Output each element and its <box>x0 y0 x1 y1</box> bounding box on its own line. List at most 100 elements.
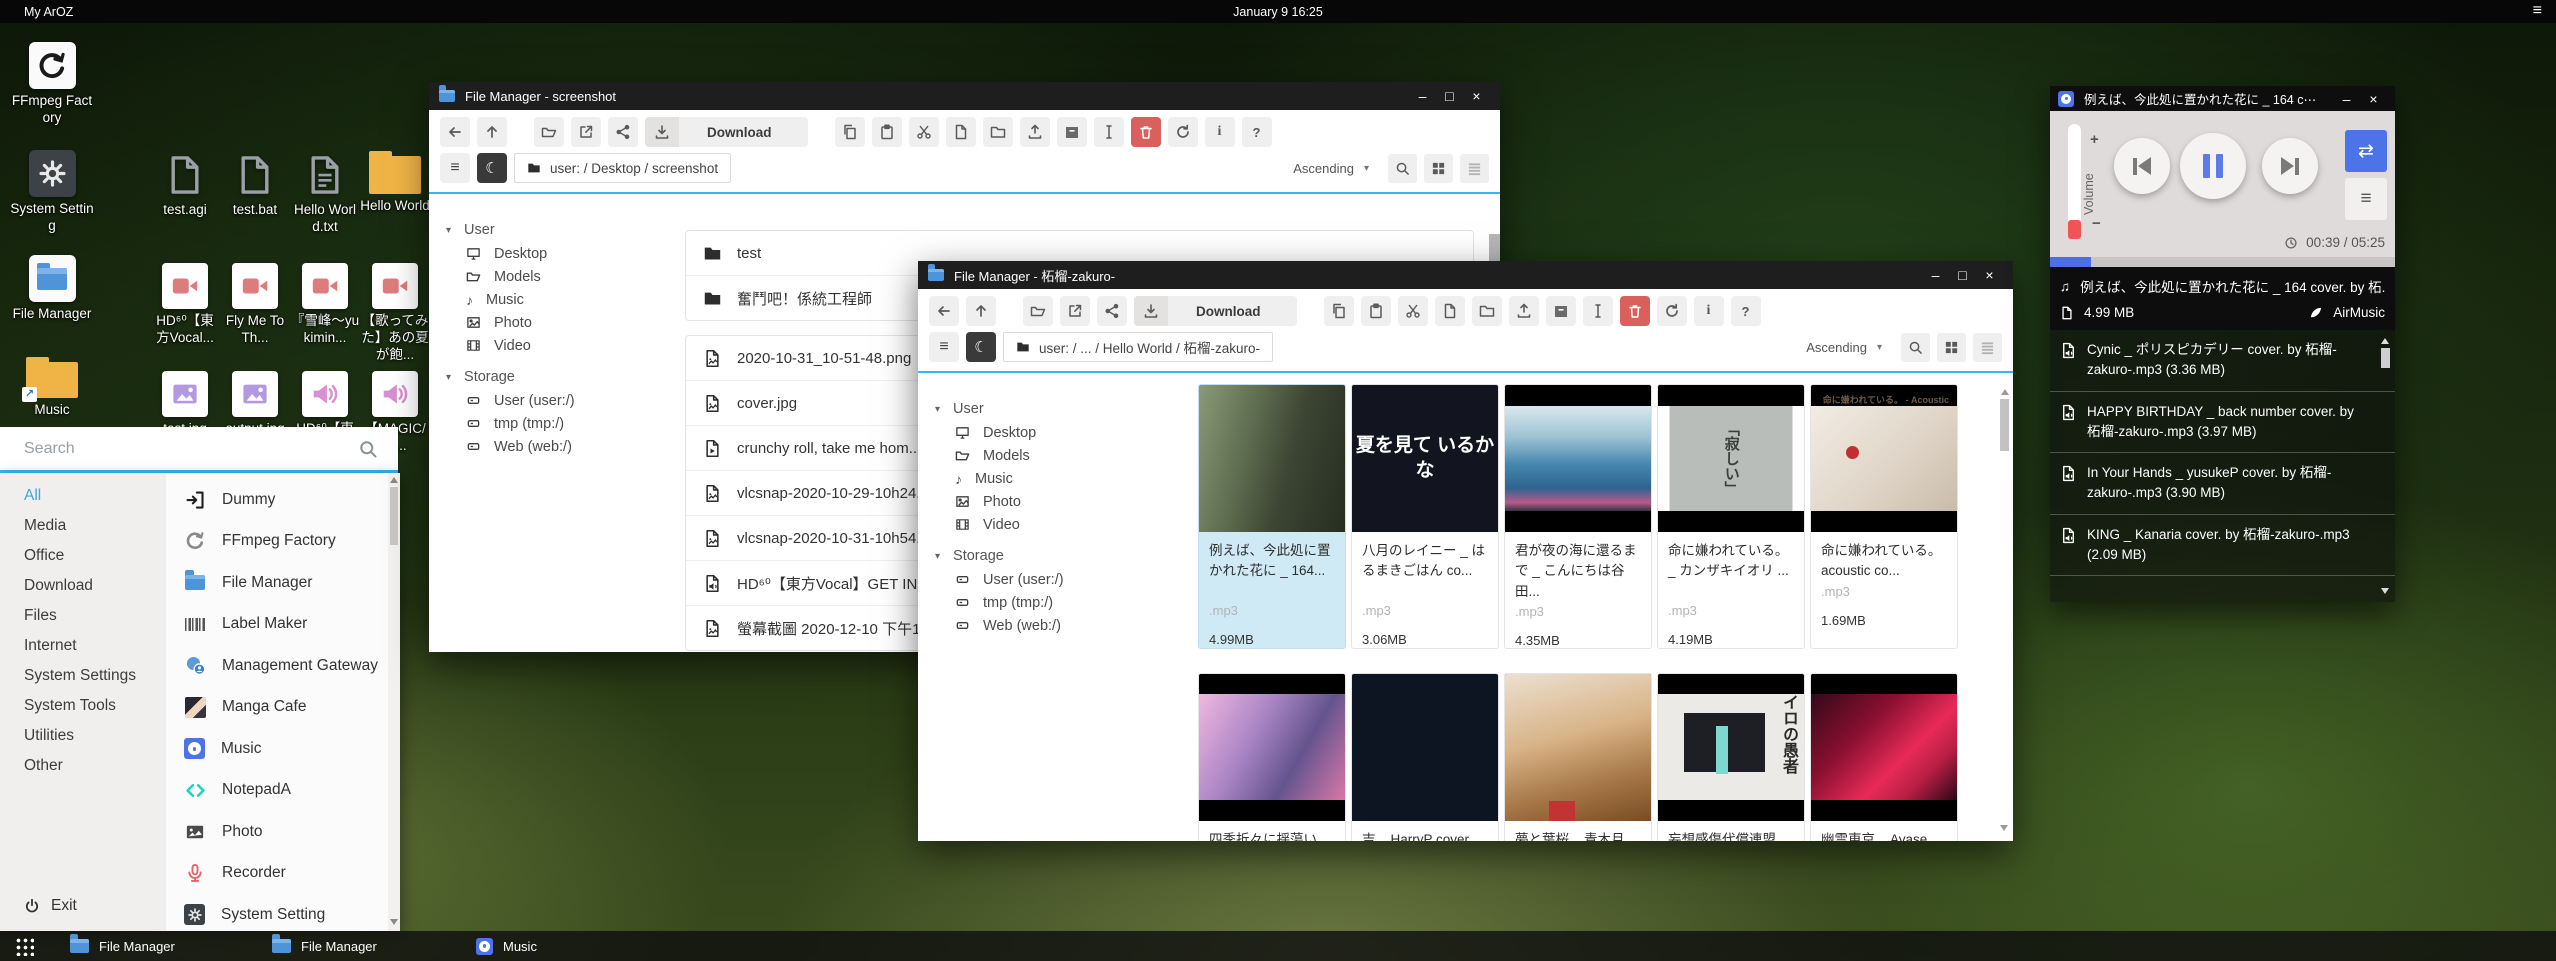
hamburger-menu-icon[interactable]: ≡ <box>2533 3 2542 19</box>
category-files[interactable]: Files <box>0 601 166 631</box>
category-media[interactable]: Media <box>0 511 166 541</box>
refresh-button[interactable] <box>1168 117 1198 147</box>
desktop-file-video[interactable]: 『雪峰～yukimin... <box>290 263 360 347</box>
breadcrumb[interactable]: user: / ... / Hello World / 柘榴-zakuro- <box>1003 332 1273 362</box>
sidebar-item-web-drive[interactable]: Web (web:/) <box>918 614 1194 637</box>
dark-mode-button[interactable]: ☾ <box>966 332 996 362</box>
paste-button[interactable] <box>872 117 902 147</box>
search-button[interactable] <box>1901 333 1930 362</box>
app-item-notepada[interactable]: NotepadA <box>166 770 400 812</box>
next-button[interactable] <box>2262 138 2318 194</box>
list-view-button[interactable] <box>1460 154 1489 183</box>
app-item-system-setting[interactable]: System Setting <box>166 894 400 931</box>
desktop-file-video[interactable]: HD⁶⁰【東方Vocal... <box>150 263 220 347</box>
file-card[interactable]: 吉 _ HarryP cover... <box>1351 673 1499 841</box>
sort-dropdown[interactable]: Ascending▾ <box>1794 333 1894 361</box>
scroll-up-icon[interactable] <box>2001 389 2009 395</box>
download-button[interactable]: Download <box>645 117 808 147</box>
back-button[interactable] <box>929 296 959 326</box>
volume-handle[interactable] <box>2068 220 2081 239</box>
playlist-item[interactable]: In Your Hands _ yusukeP cover. by 柘榴-zak… <box>2050 453 2395 515</box>
grid-view-button[interactable] <box>1424 154 1453 183</box>
desktop-file-video[interactable]: 【歌ってみた】あの夏が飽... <box>360 263 430 364</box>
sidebar-item-models[interactable]: Models <box>918 444 1194 467</box>
category-internet[interactable]: Internet <box>0 631 166 661</box>
sidebar-item-models[interactable]: Models <box>429 265 677 288</box>
rename-button[interactable] <box>1094 117 1124 147</box>
app-item-management-gateway[interactable]: Management Gateway <box>166 645 400 687</box>
category-system-settings[interactable]: System Settings <box>0 661 166 691</box>
playlist-scrollbar[interactable] <box>2378 334 2392 598</box>
sidebar-item-user-drive[interactable]: User (user:/) <box>429 389 677 412</box>
sidebar-item-user-drive[interactable]: User (user:/) <box>918 568 1194 591</box>
app-list-scrollbar[interactable] <box>388 473 400 931</box>
new-file-button[interactable] <box>946 117 976 147</box>
list-view-button[interactable] <box>1973 333 2002 362</box>
copy-button[interactable] <box>835 117 865 147</box>
pause-button[interactable] <box>2180 133 2246 199</box>
sidebar-item-desktop[interactable]: Desktop <box>429 242 677 265</box>
back-button[interactable] <box>440 117 470 147</box>
sidebar-item-music[interactable]: ♪Music <box>429 288 677 311</box>
app-item-manga-cafe[interactable]: Manga Cafe <box>166 687 400 729</box>
taskbar-item-file-manager-2[interactable]: File Manager <box>272 939 377 954</box>
file-card[interactable]: 「寂しい」 命に嫌われている。_ カンザキイオリ ....mp34.19MB <box>1657 384 1805 649</box>
desktop-icon-music[interactable]: ↗ Music <box>10 362 94 419</box>
paste-button[interactable] <box>1361 296 1391 326</box>
dark-mode-button[interactable]: ☾ <box>477 153 507 183</box>
sidebar-group-user[interactable]: ▾User <box>429 218 677 242</box>
file-card[interactable]: 四季折々に揺蕩い... <box>1198 673 1346 841</box>
scroll-down-icon[interactable] <box>390 919 398 925</box>
help-button[interactable]: ? <box>1242 117 1272 147</box>
desktop-folder[interactable]: Hello World <box>360 156 430 215</box>
playlist-item[interactable]: HAPPY BIRTHDAY _ back number cover. by柘榴… <box>2050 392 2395 454</box>
delete-button[interactable] <box>1131 117 1161 147</box>
close-button[interactable]: × <box>2360 91 2387 107</box>
breadcrumb[interactable]: user: / Desktop / screenshot <box>514 153 731 183</box>
new-folder-button[interactable] <box>983 117 1013 147</box>
sidebar-item-photo[interactable]: Photo <box>918 490 1194 513</box>
up-button[interactable] <box>477 117 507 147</box>
taskbar-item-music[interactable]: Music <box>476 938 537 955</box>
minimize-button[interactable]: – <box>1409 88 1436 104</box>
file-card[interactable]: 幽霊東京 _ Ayase... <box>1810 673 1958 841</box>
category-office[interactable]: Office <box>0 541 166 571</box>
app-item-label-maker[interactable]: Label Maker <box>166 604 400 646</box>
title-bar[interactable]: File Manager - 柘榴-zakuro- – □ × <box>918 261 2013 289</box>
scroll-up-icon[interactable] <box>2381 338 2389 344</box>
desktop-icon-file-manager[interactable]: File Manager <box>10 255 94 323</box>
desktop-icon-system-setting[interactable]: System Setting <box>10 150 94 235</box>
app-item-music[interactable]: Music <box>166 728 400 770</box>
file-card[interactable]: 夏を見て いるかな 八月のレイニー _ はるまきごはん co....mp33.0… <box>1351 384 1499 649</box>
open-button[interactable] <box>1023 296 1053 326</box>
sidebar-item-desktop[interactable]: Desktop <box>918 421 1194 444</box>
category-system-tools[interactable]: System Tools <box>0 691 166 721</box>
app-item-ffmpeg-factory[interactable]: FFmpeg Factory <box>166 521 400 563</box>
grid-view-button[interactable] <box>1937 333 1966 362</box>
help-button[interactable]: ? <box>1731 296 1761 326</box>
close-button[interactable]: × <box>1463 88 1490 104</box>
volume-down-icon[interactable]: − <box>2092 215 2101 232</box>
previous-button[interactable] <box>2114 138 2170 194</box>
sidebar-item-tmp-drive[interactable]: tmp (tmp:/) <box>918 591 1194 614</box>
sidebar-item-music[interactable]: ♪Music <box>918 467 1194 490</box>
file-card-selected[interactable]: 例えば、今此処に置かれた花に _ 164....mp34.99MB <box>1198 384 1346 649</box>
scroll-up-icon[interactable] <box>390 477 398 483</box>
title-bar[interactable]: File Manager - screenshot – □ × <box>429 82 1500 110</box>
close-button[interactable]: × <box>1976 267 2003 283</box>
category-utilities[interactable]: Utilities <box>0 721 166 751</box>
file-card[interactable]: 夢と葉桜 _ 青木月... <box>1504 673 1652 841</box>
sidebar-group-storage[interactable]: ▾Storage <box>429 365 677 389</box>
desktop-file[interactable]: test.agi <box>150 152 220 219</box>
sort-dropdown[interactable]: Ascending▾ <box>1281 154 1381 182</box>
sidebar-item-photo[interactable]: Photo <box>429 311 677 334</box>
archive-button[interactable] <box>1057 117 1087 147</box>
archive-button[interactable] <box>1546 296 1576 326</box>
maximize-button[interactable]: □ <box>1436 88 1463 104</box>
desktop-file-video[interactable]: Fly Me To Th... <box>220 263 290 347</box>
sidebar-item-video[interactable]: Video <box>429 334 677 357</box>
app-item-file-manager[interactable]: File Manager <box>166 562 400 604</box>
share-button[interactable] <box>1097 296 1127 326</box>
open-external-button[interactable] <box>571 117 601 147</box>
playlist-item[interactable]: KING _ Kanaria cover. by 柘榴-zakuro-.mp3 … <box>2050 515 2395 577</box>
